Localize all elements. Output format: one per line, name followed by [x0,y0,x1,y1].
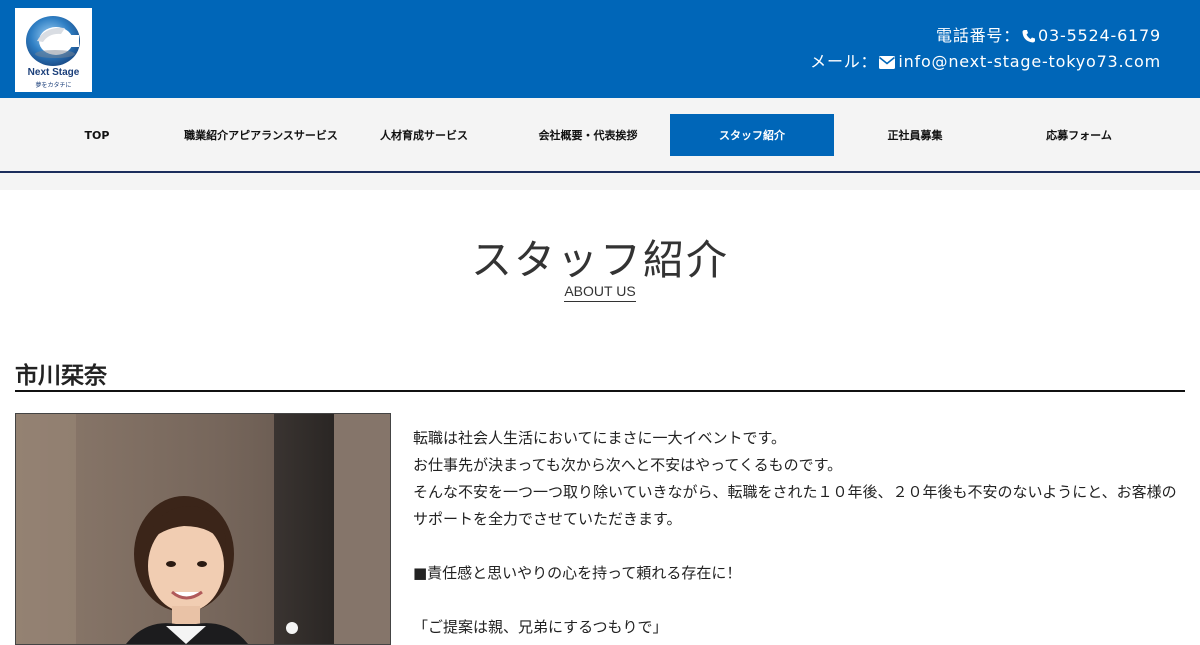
nav-item-staff[interactable]: スタッフ紹介 [670,114,834,156]
logo-tagline: 夢をカタチに [35,82,72,89]
envelope-icon [879,52,896,76]
phone-number[interactable]: 03-5524-6179 [1038,26,1161,45]
site-header: Next Stage 夢をカタチに 電話番号： 03-5524-6179 メール：… [0,0,1200,98]
mail-label: メール： [810,52,878,71]
nav-bottom-strip [0,173,1200,190]
bio-paragraph: お仕事先が決まっても次から次へと不安はやってくるものです。 [413,456,843,474]
bio-spacer [413,587,1188,614]
page-title: スタッフ紹介 [471,236,729,284]
nav-item-company[interactable]: 会社概要・代表挨拶 [506,114,670,156]
phone-label: 電話番号： [936,26,1021,45]
staff-photo-image [16,414,390,644]
email-link[interactable]: info@next-stage-tokyo73.com [898,52,1161,71]
nav-item-top[interactable]: TOP [15,114,179,156]
bio-paragraph: 「ご提案は親、兄弟にするつもりで」 [413,618,668,636]
nav-item-training-service[interactable]: 人材育成サービス [342,114,506,156]
logo-text: Next Stage [27,67,80,78]
bio-paragraph: ■責任感と思いやりの心を持って頼れる存在に！ [413,564,742,582]
bio-paragraph: そんな不安を一つ一つ取り除いていきながら、転職をされた１０年後、２０年後も不安の… [413,483,1177,528]
bio-paragraph: 転職は社会人生活においてにまさに一大イベントです。 [413,429,787,447]
phone-row: 電話番号： 03-5524-6179 [810,24,1161,50]
page-subtitle: ABOUT US [564,283,636,302]
nav-item-apply-form[interactable]: 応募フォーム [997,114,1161,156]
contact-info: 電話番号： 03-5524-6179 メール： info@next-stage-to… [810,24,1161,76]
nav-item-recruit[interactable]: 正社員募集 [833,114,997,156]
email-row: メール： info@next-stage-tokyo73.com [810,50,1161,76]
company-logo[interactable]: Next Stage 夢をカタチに [15,8,92,92]
nav-item-appearance-service[interactable]: 職業紹介アピアランスサービス [179,114,343,156]
staff-photo [15,413,391,645]
staff-bio: 転職は社会人生活においてにまさに一大イベントです。 お仕事先が決まっても次から次… [413,425,1188,641]
staff-name-heading: 市川栞奈 [15,356,1185,392]
phone-icon [1022,26,1036,50]
bio-spacer [413,533,1188,560]
main-nav: TOP 職業紹介アピアランスサービス 人材育成サービス 会社概要・代表挨拶 スタ… [0,98,1200,173]
